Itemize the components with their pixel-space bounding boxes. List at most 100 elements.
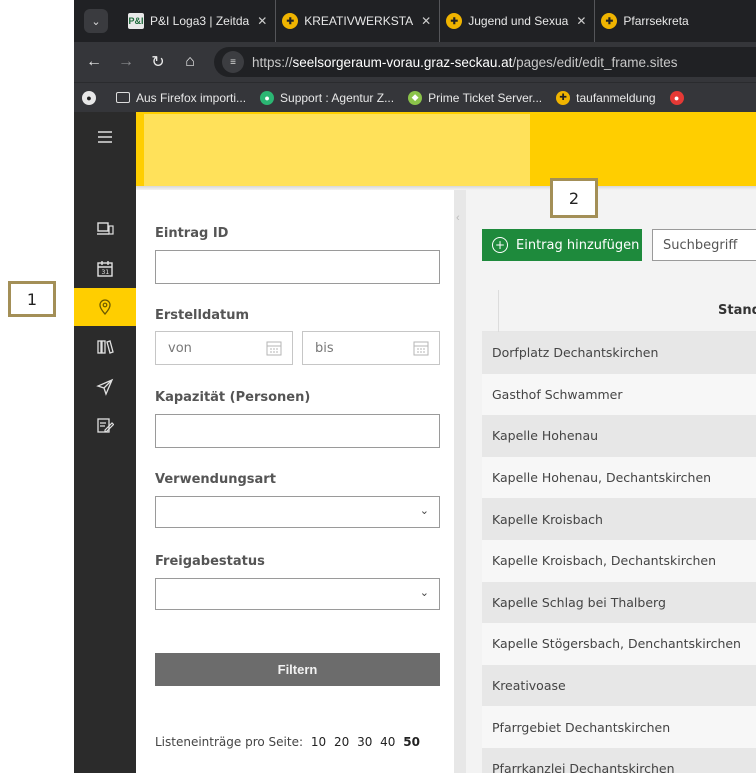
bookmark-label: Prime Ticket Server...	[428, 90, 543, 105]
browser-window: ⌄ P&I P&I Loga3 | Zeitda ✕ ✚ KREATIVWERK…	[74, 0, 756, 773]
add-entry-label: Eintrag hinzufügen	[516, 237, 640, 253]
chevron-down-icon: ⌄	[419, 587, 429, 599]
usage-type-label: Verwendungsart	[155, 472, 276, 487]
table-row[interactable]: Kapelle Kroisbach, Dechantskirchen	[482, 539, 756, 582]
entry-id-label: Eintrag ID	[155, 226, 229, 241]
kreativ-favicon-icon: ✚	[446, 13, 463, 29]
table-row[interactable]: Kapelle Stögersbach, Denchantskirchen	[482, 623, 756, 665]
site-settings-icon[interactable]: ≡	[222, 51, 244, 73]
release-status-select[interactable]: ⌄	[155, 578, 440, 610]
release-status-label: Freigabestatus	[155, 554, 265, 569]
table-row[interactable]: Kapelle Hohenau	[482, 415, 756, 457]
column-header-location[interactable]: Standort	[718, 303, 756, 318]
usage-type-select[interactable]: ⌄	[155, 496, 440, 528]
browser-tab[interactable]: ✚ Jugend und Sexua ✕	[440, 0, 596, 42]
browser-tab[interactable]: P&I P&I Loga3 | Zeitda ✕	[122, 0, 277, 42]
per-page-option-selected[interactable]: 50	[403, 735, 420, 749]
bookmark-red-icon: ●	[669, 90, 684, 105]
per-page-option[interactable]: 40	[380, 735, 395, 749]
tab-bar: ⌄ P&I P&I Loga3 | Zeitda ✕ ✚ KREATIVWERK…	[74, 0, 756, 42]
tab-title: Pfarrsekreta	[623, 14, 689, 28]
kreativ-favicon-icon: ✚	[601, 13, 618, 29]
svg-text:31: 31	[102, 269, 110, 276]
table-row[interactable]: Kapelle Kroisbach	[482, 498, 756, 540]
chevron-down-icon: ⌄	[419, 505, 429, 517]
folder-icon	[116, 92, 130, 103]
side-navigation: 31	[74, 112, 136, 773]
bookmark-overflow[interactable]: ●	[669, 90, 690, 105]
close-icon[interactable]: ✕	[576, 14, 586, 28]
main-content: + Eintrag hinzufügen Suchbegriff Stan dor…	[466, 190, 756, 773]
header-highlight	[144, 114, 530, 188]
tab-title: KREATIVWERKSTA	[304, 14, 414, 28]
calendar-icon[interactable]: 31	[74, 250, 136, 288]
date-to-field[interactable]: bis	[302, 331, 440, 365]
date-from-field[interactable]: von	[155, 331, 293, 365]
edit-note-icon[interactable]	[74, 406, 136, 444]
ticket-icon: ◆	[408, 90, 423, 105]
header-band	[136, 112, 756, 188]
calendar-icon[interactable]	[413, 340, 429, 360]
table-header: Standort	[482, 290, 756, 332]
library-icon[interactable]	[74, 328, 136, 366]
locations-table: Standort Dorfplatz Dechantskirchen Gasth…	[482, 290, 756, 773]
table-row[interactable]: Kreativoase	[482, 664, 756, 707]
url-host: seelsorgeraum-vorau.graz-seckau.at	[292, 54, 513, 70]
browser-tab[interactable]: ✚ KREATIVWERKSTA ✕	[276, 0, 441, 42]
url-prefix: https://	[252, 54, 293, 70]
plus-circle-icon: +	[492, 237, 508, 253]
kreativ-favicon-icon: ✚	[282, 13, 299, 29]
bookmark-taufanmeldung[interactable]: ✚ taufanmeldung	[556, 90, 656, 105]
location-pin-icon[interactable]	[74, 288, 136, 326]
close-icon[interactable]: ✕	[257, 14, 267, 28]
menu-icon[interactable]	[74, 118, 136, 156]
table-row[interactable]: Gasthof Schwammer	[482, 373, 756, 416]
bookmark-support[interactable]: ● Support : Agentur Z...	[260, 90, 395, 105]
date-from-placeholder: von	[168, 340, 192, 356]
browser-tab[interactable]: ✚ Pfarrsekreta	[595, 0, 696, 42]
capacity-label: Kapazität (Personen)	[155, 390, 311, 405]
bookmark-ticket[interactable]: ◆ Prime Ticket Server...	[408, 90, 543, 105]
table-row[interactable]: Dorfplatz Dechantskirchen	[482, 332, 756, 374]
items-per-page: Listeneinträge pro Seite: 10 20 30 40 50	[155, 735, 420, 749]
home-icon[interactable]: ⌂	[178, 53, 202, 71]
search-input[interactable]: Suchbegriff	[652, 229, 756, 261]
address-bar: ← → ↻ ⌂ ≡ https://seelsorgeraum-vorau.gr…	[74, 42, 756, 82]
chevron-left-icon: ‹	[456, 212, 460, 224]
url-field[interactable]: ≡ https://seelsorgeraum-vorau.graz-secka…	[214, 47, 756, 77]
table-row[interactable]: Pfarrgebiet Dechantskirchen	[482, 706, 756, 748]
per-page-option[interactable]: 20	[334, 735, 349, 749]
bookmark-label: Aus Firefox importi...	[136, 90, 247, 105]
entry-id-field[interactable]	[155, 250, 440, 284]
send-icon[interactable]	[74, 368, 136, 406]
bookmark-label: Support : Agentur Z...	[280, 90, 395, 105]
tab-title: P&I Loga3 | Zeitda	[150, 14, 250, 28]
bookmark-folder[interactable]: Aus Firefox importi...	[116, 91, 246, 105]
date-to-placeholder: bis	[315, 340, 334, 356]
devices-icon[interactable]	[74, 210, 136, 248]
filter-panel: Eintrag ID Erstelldatum von bis Kapazitä…	[136, 190, 454, 773]
add-entry-button[interactable]: + Eintrag hinzufügen	[482, 229, 642, 261]
capacity-field[interactable]	[155, 414, 440, 448]
back-arrow-icon[interactable]: ←	[82, 53, 106, 71]
pi-favicon-icon: P&I	[128, 13, 144, 29]
annotation-callout-1: 1	[8, 281, 56, 317]
tab-title: Jugend und Sexua	[468, 14, 569, 28]
panel-collapse-handle[interactable]: ‹	[454, 190, 466, 773]
table-row[interactable]: Pfarrkanzlei Dechantskirchen	[482, 747, 756, 773]
url-path: /pages/edit/edit_frame.sites	[512, 54, 678, 70]
tab-search-button[interactable]: ⌄	[84, 9, 108, 33]
reload-icon[interactable]: ↻	[146, 52, 170, 72]
forward-arrow-icon[interactable]: →	[114, 53, 138, 71]
annotation-callout-2: 2	[550, 178, 598, 218]
filter-button[interactable]: Filtern	[155, 653, 440, 686]
globe-icon[interactable]: ●	[82, 90, 102, 105]
created-date-label: Erstelldatum	[155, 308, 250, 323]
close-icon[interactable]: ✕	[421, 14, 431, 28]
table-row[interactable]: Kapelle Schlag bei Thalberg	[482, 581, 756, 624]
per-page-option[interactable]: 30	[357, 735, 372, 749]
table-row[interactable]: Kapelle Hohenau, Dechantskirchen	[482, 456, 756, 499]
per-page-label: Listeneinträge pro Seite:	[155, 735, 304, 749]
per-page-option[interactable]: 10	[311, 735, 326, 749]
calendar-icon[interactable]	[266, 340, 282, 360]
